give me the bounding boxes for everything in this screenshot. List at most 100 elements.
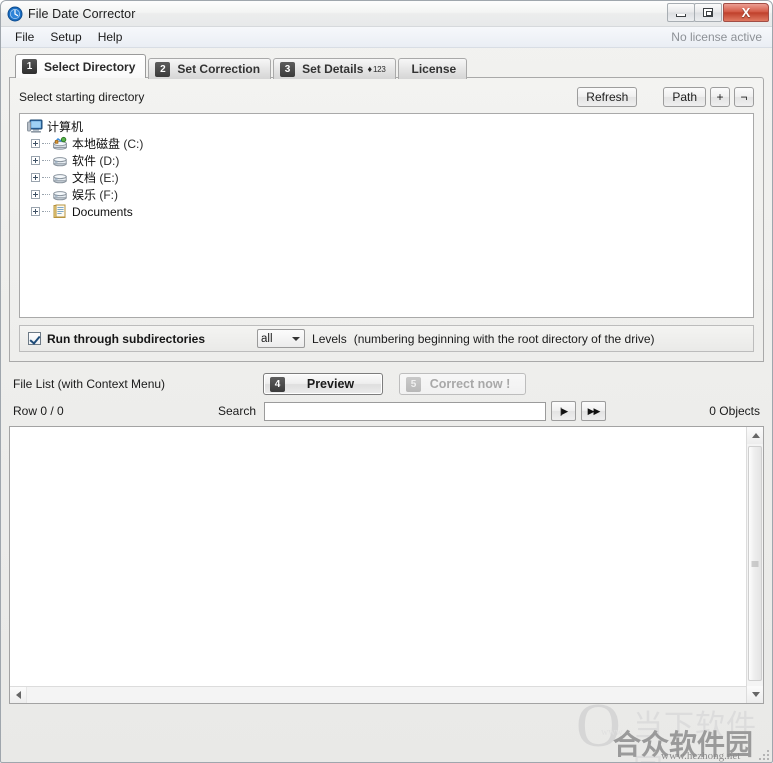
tree-node-drive-e[interactable]: 文档 (E:) (23, 169, 750, 186)
levels-label: Levels (312, 331, 347, 346)
tree-connector (42, 177, 50, 178)
correct-badge-5: 5 (406, 376, 421, 392)
levels-note: (numbering beginning with the root direc… (353, 331, 655, 346)
search-next-button[interactable]: ▶▶ (581, 401, 607, 421)
tab-badge-1: 1 (22, 59, 37, 74)
tab-label-select-directory: Select Directory (44, 59, 136, 74)
search-input[interactable] (264, 401, 547, 421)
scroll-grip-icon (751, 561, 759, 566)
levels-select-value: all (261, 332, 273, 345)
tab-label-set-details: Set Details (302, 62, 364, 76)
maximize-icon (703, 8, 713, 17)
expander-icon[interactable] (31, 139, 40, 148)
file-list-view[interactable] (9, 426, 764, 704)
tree-connector (42, 194, 50, 195)
horizontal-scrollbar[interactable] (10, 686, 746, 703)
select-starting-directory-label: Select starting directory (19, 90, 145, 104)
vertical-scrollbar[interactable] (746, 427, 763, 703)
chevron-down-icon (292, 337, 301, 341)
documents-icon (52, 204, 68, 219)
tab-set-details[interactable]: 3 Set Details ♦ 123 (273, 58, 397, 79)
scroll-left-button[interactable] (10, 686, 27, 703)
tab-select-directory[interactable]: 1 Select Directory (15, 54, 147, 78)
preview-button-label: Preview (306, 377, 355, 391)
window-title: File Date Corrector (28, 6, 136, 21)
tree-node-computer[interactable]: 计算机 (23, 118, 750, 135)
tree-node-label: 本地磁盘 (C:) (72, 137, 144, 151)
tree-node-documents[interactable]: Documents (23, 203, 750, 220)
application-window: File Date Corrector X File Setup Help No… (0, 0, 773, 763)
tree-node-local-disk-c[interactable]: 本地磁盘 (C:) (23, 135, 750, 152)
tree-node-label: 计算机 (47, 120, 84, 134)
levels-select[interactable]: all (257, 329, 306, 348)
directory-toolbar: Select starting directory Refresh Path +… (19, 86, 754, 108)
search-first-button[interactable]: |▶ (551, 401, 577, 421)
object-counter: 0 Objects (709, 404, 760, 418)
chevron-down-icon (751, 692, 760, 697)
window-content: 1 Select Directory 2 Set Correction 3 Se… (1, 48, 772, 762)
directory-tree[interactable]: 计算机 本地磁盘 (C:) 软件 (D:) 文档 (E:) 娱乐 (F:) Do… (19, 113, 754, 318)
tree-node-label: Documents (72, 204, 133, 219)
search-row: Row 0 / 0 Search |▶ ▶▶ 0 Objects (9, 400, 764, 422)
path-button[interactable]: Path (663, 87, 706, 107)
chevron-left-icon (15, 691, 21, 699)
title-bar: File Date Corrector X (1, 1, 772, 27)
drive-icon (52, 187, 68, 202)
maximize-button[interactable] (694, 3, 722, 22)
tree-node-label: 娱乐 (F:) (72, 188, 119, 202)
correct-now-button[interactable]: 5 Correct now ! (399, 373, 526, 395)
menu-item-setup[interactable]: Setup (42, 28, 89, 46)
tab-superscript-123: 123 (373, 64, 386, 74)
subdirectories-options-row: Run through subdirectories all Levels (n… (19, 325, 754, 352)
diamond-icon: ♦ (367, 64, 373, 74)
tab-badge-2: 2 (155, 61, 171, 77)
correct-now-button-label: Correct now ! (429, 377, 511, 391)
clock-icon (7, 6, 23, 22)
vertical-scroll-thumb[interactable] (748, 446, 762, 681)
expander-icon[interactable] (31, 173, 40, 182)
row-counter: Row 0 / 0 (13, 404, 64, 418)
preview-badge-4: 4 (270, 376, 285, 392)
drive-icon (52, 153, 68, 168)
chevron-up-icon (751, 433, 760, 438)
tab-strip: 1 Select Directory 2 Set Correction 3 Se… (9, 54, 764, 79)
menu-item-help[interactable]: Help (90, 28, 131, 46)
menu-item-file[interactable]: File (7, 28, 42, 46)
tree-node-label: 文档 (E:) (72, 171, 119, 185)
minimize-button[interactable] (667, 3, 695, 22)
resize-grip[interactable] (757, 748, 769, 760)
scroll-up-button[interactable] (747, 427, 763, 444)
refresh-button[interactable]: Refresh (577, 87, 638, 107)
file-list-label: File List (with Context Menu) (13, 377, 166, 391)
license-status-text: No license active (671, 30, 762, 44)
search-label: Search (218, 404, 257, 418)
menu-bar: File Setup Help No license active (1, 27, 772, 48)
add-path-button[interactable]: + (710, 87, 730, 107)
tab-set-correction[interactable]: 2 Set Correction (148, 58, 272, 79)
computer-icon (27, 119, 43, 134)
tab-label-license: License (411, 62, 457, 76)
tree-node-drive-d[interactable]: 软件 (D:) (23, 152, 750, 169)
caption-buttons: X (667, 3, 769, 22)
close-icon: X (741, 5, 751, 20)
drive-icon (52, 170, 68, 185)
expander-icon[interactable] (31, 207, 40, 216)
expander-icon[interactable] (31, 156, 40, 165)
local-disk-icon (52, 136, 68, 151)
tab-license[interactable]: License (398, 58, 468, 79)
select-directory-panel: Select starting directory Refresh Path +… (9, 77, 764, 362)
run-through-subdirectories-label: Run through subdirectories (47, 331, 206, 346)
tree-node-label: 软件 (D:) (72, 154, 120, 168)
tab-badge-3: 3 (280, 61, 296, 77)
minimize-icon (676, 13, 686, 17)
preview-button[interactable]: 4 Preview (263, 373, 383, 395)
tree-connector (42, 211, 50, 212)
tab-label-set-correction: Set Correction (177, 62, 261, 76)
run-through-subdirectories-checkbox[interactable] (28, 332, 41, 345)
close-button[interactable]: X (723, 3, 769, 22)
tree-node-drive-f[interactable]: 娱乐 (F:) (23, 186, 750, 203)
tree-connector (42, 143, 50, 144)
expander-icon[interactable] (31, 190, 40, 199)
scroll-down-button[interactable] (747, 686, 763, 703)
remove-path-button[interactable]: ¬ (734, 87, 754, 107)
